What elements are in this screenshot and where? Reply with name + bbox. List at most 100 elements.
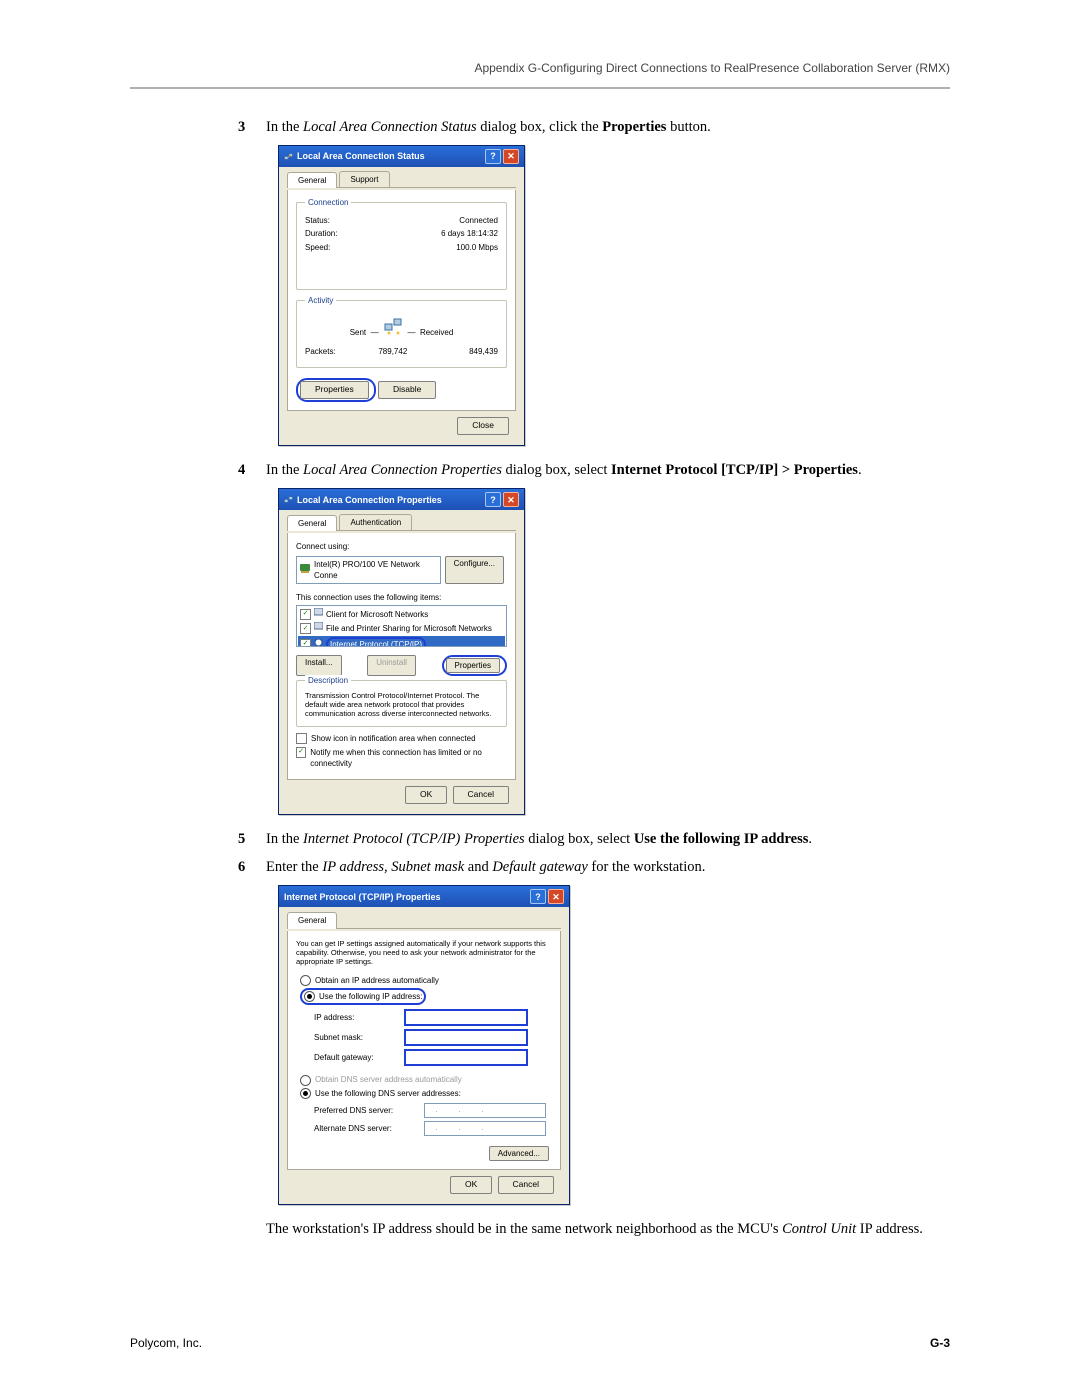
t: Properties: [602, 119, 666, 135]
t: Default gateway: [492, 859, 587, 875]
speed-value: 100.0 Mbps: [456, 242, 498, 253]
preferred-dns-field[interactable]: ...: [424, 1103, 546, 1118]
items-label: This connection uses the following items…: [296, 592, 507, 603]
t: .: [808, 831, 812, 847]
radio-label: Use the following DNS server addresses:: [315, 1089, 461, 1098]
properties-highlight: Properties: [442, 655, 507, 676]
footer-right: G-3: [930, 1335, 950, 1352]
titlebar: Local Area Connection Properties ? ✕: [279, 489, 524, 510]
network-icon: [284, 495, 293, 504]
share-icon: [314, 622, 323, 634]
status-value: Connected: [459, 215, 498, 226]
packets-label: Packets:: [305, 346, 336, 357]
step-number: 6: [238, 857, 266, 877]
install-button[interactable]: Install...: [296, 655, 342, 676]
subnet-mask-field[interactable]: [404, 1029, 528, 1046]
intro-text: You can get IP settings assigned automat…: [296, 939, 552, 967]
properties-button[interactable]: Properties: [300, 381, 369, 399]
radio-label: Obtain an IP address automatically: [315, 976, 439, 985]
radio-static-ip[interactable]: [304, 991, 315, 1002]
cancel-button[interactable]: Cancel: [498, 1176, 554, 1194]
close-button[interactable]: ✕: [503, 149, 519, 164]
close-dialog-button[interactable]: Close: [457, 417, 509, 435]
step-3: 3 In the Local Area Connection Status di…: [238, 117, 950, 137]
checkbox[interactable]: ✓: [296, 747, 306, 758]
nic-icon: [300, 563, 310, 576]
configure-button[interactable]: Configure...: [445, 556, 504, 584]
titlebar: Local Area Connection Status ? ✕: [279, 146, 524, 167]
step-text: In the Internet Protocol (TCP/IP) Proper…: [266, 829, 950, 849]
use-following-ip-highlight: Use the following IP address:: [300, 988, 426, 1005]
status-label: Status:: [305, 215, 330, 226]
nic-name: Intel(R) PRO/100 VE Network Conne: [314, 559, 437, 581]
list-item: File and Printer Sharing for Microsoft N…: [326, 623, 492, 634]
client-icon: [314, 608, 323, 620]
titlebar: Internet Protocol (TCP/IP) Properties ? …: [279, 886, 569, 907]
footer-left: Polycom, Inc.: [130, 1335, 202, 1352]
t: Use the following IP address: [634, 831, 809, 847]
dialog-3-wrap: Internet Protocol (TCP/IP) Properties ? …: [278, 885, 950, 1205]
alternate-dns-field[interactable]: ...: [424, 1121, 546, 1136]
tcpip-properties-dialog: Internet Protocol (TCP/IP) Properties ? …: [278, 885, 570, 1205]
uninstall-button: Uninstall: [367, 655, 416, 676]
ok-button[interactable]: OK: [450, 1176, 492, 1194]
t: Local Area Connection Status: [303, 119, 477, 135]
radio-auto-dns: [300, 1075, 311, 1086]
list-item: Internet Protocol (TCP/IP): [330, 640, 422, 648]
received-label: Received: [420, 328, 453, 337]
disable-button[interactable]: Disable: [378, 381, 436, 399]
t: In the: [266, 119, 303, 135]
title: Internet Protocol (TCP/IP) Properties: [284, 891, 441, 904]
t: In the: [266, 831, 303, 847]
dialog-2-wrap: Local Area Connection Properties ? ✕ Gen…: [278, 488, 950, 815]
cancel-button[interactable]: Cancel: [453, 786, 509, 804]
group-connection: Connection: [305, 197, 351, 208]
radio-static-dns[interactable]: [300, 1088, 311, 1099]
components-list[interactable]: ✓Client for Microsoft Networks ✓File and…: [296, 605, 507, 647]
tab-general[interactable]: General: [287, 912, 337, 928]
advanced-button[interactable]: Advanced...: [489, 1146, 549, 1161]
packets-received: 849,439: [469, 346, 498, 357]
step-text: In the Local Area Connection Status dial…: [266, 117, 950, 137]
ip-address-field[interactable]: [404, 1009, 528, 1026]
speed-label: Speed:: [305, 242, 330, 253]
properties-button[interactable]: Properties: [446, 658, 500, 673]
close-button[interactable]: ✕: [503, 492, 519, 507]
step-text: Enter the IP address, Subnet mask and De…: [266, 857, 950, 877]
tab-auth[interactable]: Authentication: [339, 514, 412, 530]
local-area-connection-status-dialog: Local Area Connection Status ? ✕ General…: [278, 145, 525, 446]
tab-general[interactable]: General: [287, 172, 337, 188]
close-button[interactable]: ✕: [548, 889, 564, 904]
activity-icon: [383, 315, 403, 335]
tab-general[interactable]: General: [287, 515, 337, 531]
ok-button[interactable]: OK: [405, 786, 447, 804]
t: Internet Protocol (TCP/IP) Properties: [303, 831, 525, 847]
help-button[interactable]: ?: [485, 492, 501, 507]
help-button[interactable]: ?: [530, 889, 546, 904]
radio-auto-ip[interactable]: [300, 975, 311, 986]
checkbox[interactable]: [296, 733, 307, 744]
title: Local Area Connection Properties: [297, 494, 442, 507]
default-gateway-field[interactable]: [404, 1049, 528, 1066]
duration-value: 6 days 18:14:32: [441, 228, 498, 239]
sent-label: Sent: [350, 328, 366, 337]
gateway-label: Default gateway:: [314, 1052, 404, 1063]
t: In the: [266, 462, 303, 478]
group-activity: Activity: [305, 295, 336, 306]
help-button[interactable]: ?: [485, 149, 501, 164]
step-4: 4 In the Local Area Connection Propertie…: [238, 460, 950, 480]
protocol-icon: [314, 638, 323, 647]
description-text: Transmission Control Protocol/Internet P…: [305, 691, 498, 718]
t: Enter the: [266, 859, 322, 875]
tab-support[interactable]: Support: [339, 171, 389, 187]
step-number: 5: [238, 829, 266, 849]
page-header: Appendix G-Configuring Direct Connection…: [130, 60, 950, 77]
tcpip-item[interactable]: ✓Internet Protocol (TCP/IP): [298, 636, 505, 648]
cb-label: Notify me when this connection has limit…: [310, 747, 507, 769]
t: dialog box, click the: [477, 119, 603, 135]
step-6: 6 Enter the IP address, Subnet mask and …: [238, 857, 950, 877]
local-area-connection-properties-dialog: Local Area Connection Properties ? ✕ Gen…: [278, 488, 525, 815]
note-text: The workstation's IP address should be i…: [266, 1219, 950, 1239]
t: Control Unit: [782, 1221, 856, 1237]
duration-label: Duration:: [305, 228, 337, 239]
